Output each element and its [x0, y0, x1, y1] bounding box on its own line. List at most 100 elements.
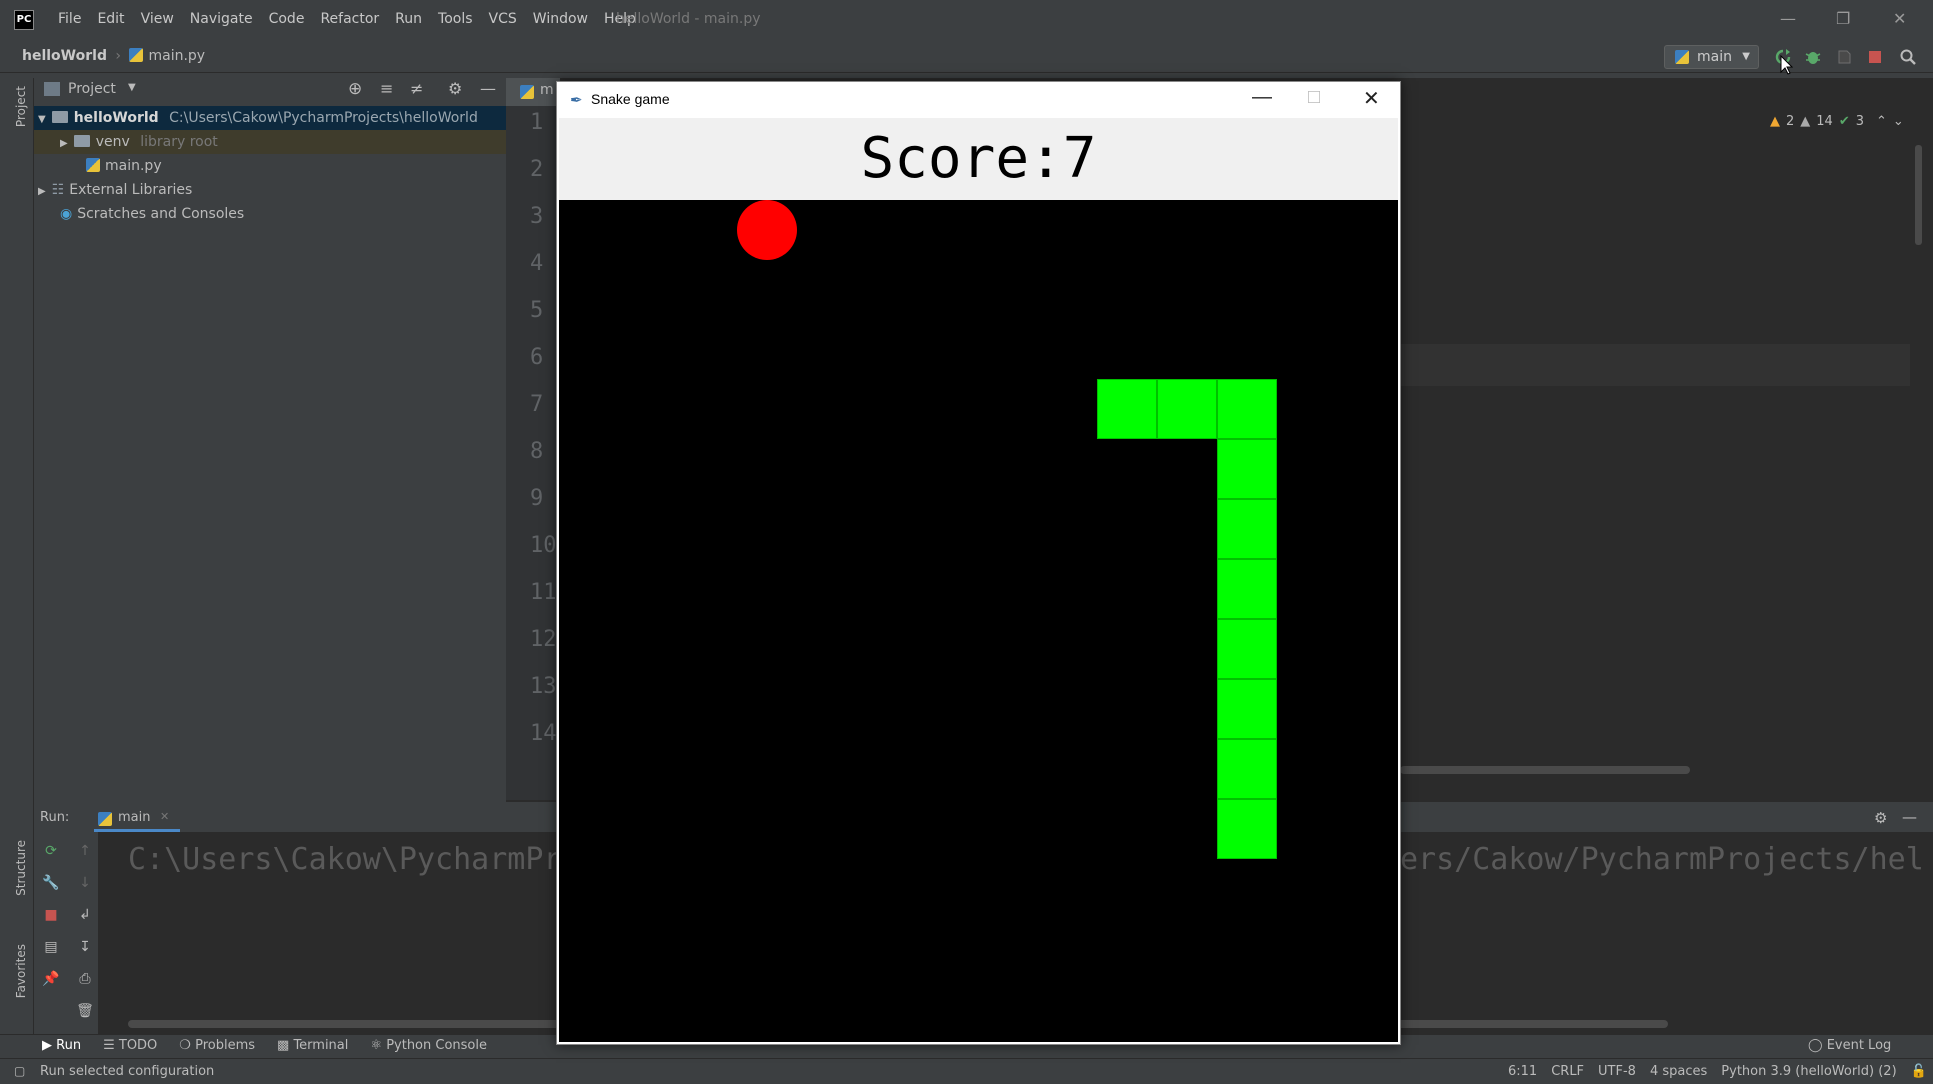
debug-icon[interactable] [1804, 48, 1822, 66]
project-tool-button[interactable]: Project [14, 86, 28, 127]
tool-tab-problems[interactable]: ❍ Problems [179, 1038, 255, 1053]
project-panel-title[interactable]: Project [68, 81, 116, 97]
python-icon: ⚛ [370, 1038, 387, 1053]
menu-vcs[interactable]: VCS [481, 11, 525, 27]
chevron-down-icon: ▼ [38, 114, 46, 125]
print-icon[interactable]: ⎙ [76, 970, 94, 988]
editor-tab-main[interactable]: m [506, 78, 560, 106]
ide-title-bar: PC File Edit View Navigate Code Refactor… [0, 0, 1933, 41]
collapse-all-icon[interactable]: ≠ [410, 79, 423, 98]
chevron-down-icon[interactable]: ▼ [128, 82, 136, 93]
gear-icon[interactable]: ⚙ [1874, 809, 1887, 827]
wrench-icon[interactable]: 🔧 [42, 874, 60, 892]
event-log-button[interactable]: ◯ Event Log [1808, 1038, 1891, 1053]
menu-edit[interactable]: Edit [89, 11, 132, 27]
expand-all-icon[interactable]: ≡ [380, 79, 393, 98]
minimize-icon[interactable]: — [1252, 86, 1272, 109]
breadcrumb-file[interactable]: main.py [148, 48, 205, 64]
lock-icon[interactable]: 🔓 [1911, 1064, 1927, 1079]
search-icon[interactable] [1899, 48, 1917, 66]
close-icon[interactable]: ✕ [1893, 9, 1906, 28]
line-separator[interactable]: CRLF [1551, 1064, 1584, 1079]
gear-icon[interactable]: ⚙ [448, 79, 462, 98]
coverage-icon[interactable] [1835, 48, 1853, 66]
run-configuration-select[interactable]: main ▼ [1664, 45, 1759, 69]
run-output-line: C:\Users\Cakow\PycharmPr [128, 842, 562, 877]
editor-horizontal-scrollbar[interactable] [1400, 766, 1690, 774]
arrow-up-icon[interactable]: ↑ [76, 842, 94, 860]
tool-tab-todo[interactable]: ☰ TODO [103, 1038, 157, 1053]
warning-icon: ▲ [1770, 114, 1780, 129]
tree-item-path: C:\Users\Cakow\PycharmProjects\helloWorl… [169, 110, 478, 126]
editor-vertical-scrollbar[interactable] [1915, 145, 1922, 245]
menu-navigate[interactable]: Navigate [182, 11, 261, 27]
line-number: 10 [530, 533, 557, 558]
status-bar: ▢ Run selected configuration 6:11 CRLF U… [0, 1058, 1933, 1084]
tree-item-scratches[interactable]: ◉ Scratches and Consoles [60, 202, 244, 226]
game-window-title: Snake game [591, 91, 670, 107]
status-widgets: 6:11 CRLF UTF-8 4 spaces Python 3.9 (hel… [1508, 1064, 1927, 1079]
tree-item-venv[interactable]: ▶ venv library root [34, 130, 506, 154]
inspection-widget[interactable]: ▲ 2 ▲ 14 ✔ 3 ⌃ ⌄ [1770, 114, 1904, 129]
line-number: 13 [530, 674, 557, 699]
list-icon: ☰ [103, 1038, 119, 1053]
game-title-bar: ✒ Snake game — □ ✕ [557, 82, 1400, 118]
locate-icon[interactable]: ⊕ [348, 79, 362, 99]
restore-icon[interactable]: ❐ [1836, 9, 1850, 28]
close-icon[interactable]: ✕ [1363, 86, 1380, 111]
status-toggle-icon[interactable]: ▢ [14, 1064, 25, 1078]
snake-segment [1217, 379, 1277, 439]
menu-window[interactable]: Window [525, 11, 596, 27]
menu-file[interactable]: File [50, 11, 89, 27]
soft-wrap-icon[interactable]: ↲ [76, 906, 94, 924]
hide-panel-icon[interactable]: — [1902, 808, 1917, 826]
chevron-up-icon[interactable]: ⌃ [1876, 114, 1887, 129]
arrow-down-icon[interactable]: ↓ [76, 874, 94, 892]
menu-view[interactable]: View [133, 11, 182, 27]
game-board[interactable] [559, 200, 1398, 1042]
tree-item-label: venv [95, 134, 130, 150]
structure-tool-button[interactable]: Structure [14, 840, 28, 896]
tree-item-label: main.py [105, 158, 162, 174]
tool-tab-python-console[interactable]: ⚛ Python Console [370, 1038, 487, 1053]
tree-item-main-py[interactable]: main.py [86, 154, 162, 178]
stop-icon[interactable]: ■ [42, 906, 60, 924]
weak-warning-count: 14 [1816, 114, 1833, 129]
caret-position[interactable]: 6:11 [1508, 1064, 1537, 1079]
breadcrumb-project[interactable]: helloWorld [22, 48, 107, 64]
tool-tab-run[interactable]: ▶ Run [42, 1038, 81, 1053]
scroll-to-end-icon[interactable]: ↧ [76, 938, 94, 956]
food [737, 200, 797, 260]
menu-refactor[interactable]: Refactor [312, 11, 387, 27]
minimize-icon[interactable]: — [1780, 9, 1796, 28]
menu-run[interactable]: Run [387, 11, 430, 27]
menu-code[interactable]: Code [261, 11, 313, 27]
layout-icon[interactable]: ▤ [42, 938, 60, 956]
stop-icon[interactable] [1866, 48, 1884, 66]
python-interpreter[interactable]: Python 3.9 (helloWorld) (2) [1721, 1064, 1896, 1079]
tool-tab-terminal[interactable]: ▩ Terminal [277, 1038, 348, 1053]
line-number: 14 [530, 721, 557, 746]
hide-panel-icon[interactable]: — [480, 79, 496, 98]
check-icon: ✔ [1838, 114, 1850, 129]
close-tab-icon[interactable]: ✕ [160, 810, 169, 823]
tree-item-helloworld[interactable]: ▼ helloWorld C:\Users\Cakow\PycharmProjec… [34, 106, 506, 130]
tree-item-external-libraries[interactable]: ▶ ☷ External Libraries [38, 178, 192, 202]
line-number: 3 [530, 204, 544, 229]
favorites-tool-button[interactable]: Favorites [14, 944, 28, 998]
main-menu: File Edit View Navigate Code Refactor Ru… [50, 11, 644, 27]
left-tool-stripe: Project Structure Favorites [8, 78, 34, 1068]
warning-count: 2 [1786, 114, 1795, 129]
chevron-down-icon[interactable]: ⌄ [1893, 114, 1904, 129]
line-number: 2 [530, 157, 544, 182]
menu-tools[interactable]: Tools [430, 11, 481, 27]
pin-icon[interactable]: 📌 [42, 970, 60, 988]
tree-item-label: External Libraries [69, 182, 193, 198]
rerun-icon[interactable]: ⟳ [42, 842, 60, 860]
file-encoding[interactable]: UTF-8 [1598, 1064, 1636, 1079]
trash-icon[interactable]: 🗑 [76, 1002, 94, 1020]
run-label: Run: [40, 810, 70, 825]
run-tab-main[interactable]: main ✕ [94, 806, 180, 832]
line-number: 7 [530, 392, 544, 417]
indent-setting[interactable]: 4 spaces [1650, 1064, 1707, 1079]
